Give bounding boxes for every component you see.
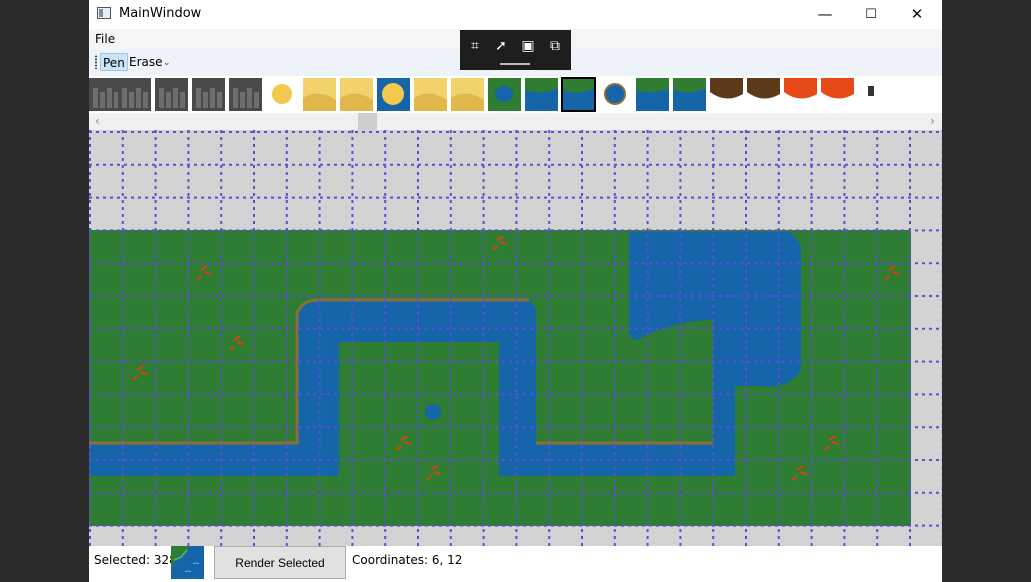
palette-tile-water-edge[interactable] bbox=[636, 78, 669, 111]
palette-tile-stone-cliff[interactable] bbox=[155, 78, 188, 111]
floating-debug-toolbar: ⌗ ➚ ▣ ⧉ bbox=[460, 30, 571, 70]
select-elements-icon[interactable]: ⌗ bbox=[466, 38, 484, 54]
small-pond bbox=[423, 402, 443, 422]
scroll-left-icon[interactable]: ‹ bbox=[95, 113, 100, 130]
palette-tile-sand[interactable] bbox=[451, 78, 484, 111]
menu-file[interactable]: File bbox=[95, 32, 115, 46]
status-bar: Selected: 328 Render Selected Sprites Co… bbox=[89, 546, 942, 582]
tile-map-canvas[interactable] bbox=[89, 130, 942, 546]
palette-tile-stone-cliff[interactable] bbox=[89, 78, 122, 111]
palette-tile-dirt-edge[interactable] bbox=[710, 78, 743, 111]
palette-tiles[interactable] bbox=[89, 76, 942, 113]
minimize-button[interactable]: — bbox=[802, 0, 848, 29]
palette-tile-lava-edge[interactable] bbox=[821, 78, 854, 111]
selected-sprite-preview bbox=[171, 546, 204, 579]
palette-tile-water-edge[interactable] bbox=[525, 78, 558, 111]
palette-tile-water-edge[interactable] bbox=[673, 78, 706, 111]
pen-button[interactable]: Pen bbox=[100, 53, 128, 71]
close-button[interactable]: ✕ bbox=[894, 0, 940, 29]
scroll-right-icon[interactable]: › bbox=[930, 113, 935, 130]
screenshot-icon[interactable]: ⧉ bbox=[546, 38, 564, 54]
palette-tile-sand-on-water[interactable] bbox=[377, 78, 410, 111]
frame-icon[interactable]: ▣ bbox=[519, 38, 537, 54]
toolbar-overflow-icon[interactable]: ⌄ bbox=[163, 58, 171, 68]
palette-tile-sand-blob[interactable] bbox=[266, 78, 299, 111]
toolbar-drag-handle[interactable] bbox=[500, 63, 530, 65]
palette-tile-stone-cliff[interactable] bbox=[229, 78, 262, 111]
palette-tile-grass-pond[interactable] bbox=[488, 78, 521, 111]
palette-tile-water-small[interactable] bbox=[599, 78, 632, 111]
tile-map[interactable] bbox=[89, 130, 942, 546]
palette-tile-sand[interactable] bbox=[414, 78, 447, 111]
erase-button[interactable]: Erase bbox=[127, 53, 165, 71]
palette-tile-misc[interactable] bbox=[858, 78, 891, 111]
selected-label: Selected: 328 bbox=[94, 553, 177, 567]
window-title: MainWindow bbox=[119, 6, 202, 21]
palette-tile-sand[interactable] bbox=[340, 78, 373, 111]
palette-tile-sand[interactable] bbox=[303, 78, 336, 111]
title-bar[interactable]: MainWindow — ☐ ✕ bbox=[89, 0, 942, 29]
palette-scrollbar[interactable]: ‹ › bbox=[89, 113, 942, 130]
palette-tile-dirt-edge[interactable] bbox=[747, 78, 780, 111]
palette-tile-stone-cliff[interactable] bbox=[192, 78, 225, 111]
pointer-icon[interactable]: ➚ bbox=[492, 38, 510, 54]
app-icon bbox=[97, 7, 111, 19]
palette-tile-stone-cliff[interactable] bbox=[118, 78, 151, 111]
toolbar-grip[interactable] bbox=[95, 55, 97, 69]
render-selected-sprites-button[interactable]: Render Selected Sprites bbox=[214, 546, 346, 579]
maximize-button[interactable]: ☐ bbox=[848, 0, 894, 29]
scroll-thumb[interactable] bbox=[358, 113, 377, 130]
main-window: MainWindow — ☐ ✕ File Pen Erase ⌄ ‹ › Se… bbox=[89, 0, 942, 582]
sprite-palette bbox=[89, 76, 942, 113]
palette-tile-lava-edge[interactable] bbox=[784, 78, 817, 111]
coordinates-readout: Coordinates: 6, 12 bbox=[352, 553, 463, 567]
palette-tile-water-edge[interactable] bbox=[561, 77, 596, 112]
